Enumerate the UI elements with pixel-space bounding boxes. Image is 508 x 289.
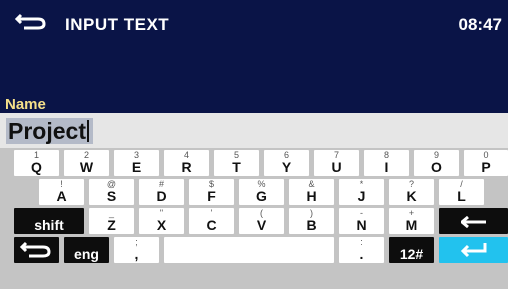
key-r[interactable]: 4R (164, 150, 209, 176)
field-label-band: Name (0, 95, 508, 113)
key-primary: Q (31, 159, 42, 175)
clock: 08:47 (458, 15, 502, 34)
key-i[interactable]: 8I (364, 150, 409, 176)
language-key[interactable]: eng (64, 237, 109, 263)
key-primary: X (156, 217, 167, 233)
key-g[interactable]: % G (239, 179, 284, 205)
key-primary: F (207, 188, 216, 204)
key-primary: O (431, 159, 442, 175)
text-caret (86, 120, 89, 142)
key-primary: I (384, 159, 389, 175)
key-primary: K (406, 188, 417, 204)
key-primary: . (359, 246, 364, 262)
key-primary: D (156, 188, 167, 204)
key-m[interactable]: + M (389, 208, 434, 234)
key-primary: S (106, 188, 117, 204)
key-l[interactable]: / L (439, 179, 484, 205)
key-j[interactable]: * J (339, 179, 384, 205)
key-primary: J (357, 188, 366, 204)
key-e[interactable]: 3E (114, 150, 159, 176)
back-arrow-icon[interactable] (14, 12, 48, 32)
enter-key[interactable] (439, 237, 508, 263)
key-primary: G (256, 188, 267, 204)
key-o[interactable]: 9O (414, 150, 459, 176)
key-primary: W (79, 159, 94, 175)
mode-label: 12# (399, 246, 424, 262)
key-primary: A (56, 188, 67, 204)
key-primary: M (405, 217, 418, 233)
page-title: INPUT TEXT (65, 15, 170, 34)
shift-label: shift (34, 217, 64, 233)
back-key[interactable] (14, 237, 59, 263)
key-primary: , (134, 246, 139, 262)
key-c[interactable]: ' C (189, 208, 234, 234)
header-bar: INPUT TEXT 08:47 (0, 0, 508, 95)
key-primary: L (457, 188, 466, 204)
key-primary: R (181, 159, 192, 175)
field-label: Name (5, 96, 46, 113)
key-v[interactable]: (V (239, 208, 284, 234)
key-primary: V (256, 217, 267, 233)
key-z[interactable]: _ Z (89, 208, 134, 234)
mode-switch-key[interactable]: 12# (389, 237, 434, 263)
key-primary: T (232, 159, 241, 175)
back-arrow-icon (19, 240, 53, 265)
key-h[interactable]: & H (289, 179, 334, 205)
key-primary: H (306, 188, 317, 204)
input-value: Project (8, 118, 86, 144)
key-n[interactable]: -N (339, 208, 384, 234)
key-primary: B (306, 217, 317, 233)
key-d[interactable]: # D (139, 179, 184, 205)
key-primary: N (356, 217, 367, 233)
enter-icon (460, 242, 488, 263)
key-primary: C (206, 217, 217, 233)
key-t[interactable]: 5T (214, 150, 259, 176)
key-p[interactable]: 0P (464, 150, 508, 176)
backspace-arrow-icon (459, 215, 487, 233)
key-primary: U (331, 159, 342, 175)
key-y[interactable]: 6Y (264, 150, 309, 176)
key-b[interactable]: ) B (289, 208, 334, 234)
key-primary: Y (281, 159, 292, 175)
key-s[interactable]: @ S (89, 179, 134, 205)
key-primary: Z (107, 217, 116, 233)
key-x[interactable]: " X (139, 208, 184, 234)
on-screen-keyboard: 1Q 2W 3E 4R 5T 6Y 7U 8I 9O 0P ! A @ S # D $… (0, 148, 508, 289)
key-primary: E (131, 159, 142, 175)
key-k[interactable]: ? K (389, 179, 434, 205)
key-a[interactable]: ! A (39, 179, 84, 205)
text-input-row[interactable]: Project (0, 113, 508, 148)
shift-key[interactable]: shift (14, 208, 84, 234)
language-label: eng (74, 246, 99, 262)
key-period[interactable]: :. (339, 237, 384, 263)
space-key[interactable] (164, 237, 334, 263)
key-primary: P (481, 159, 491, 175)
input-text-screen: INPUT TEXT 08:47 Name Project 1Q 2W 3E 4… (0, 0, 508, 289)
backspace-key[interactable] (439, 208, 508, 234)
text-input[interactable]: Project (6, 118, 93, 144)
key-u[interactable]: 7U (314, 150, 359, 176)
key-w[interactable]: 2W (64, 150, 109, 176)
key-q[interactable]: 1Q (14, 150, 59, 176)
key-comma[interactable]: ;, (114, 237, 159, 263)
key-f[interactable]: $ F (189, 179, 234, 205)
